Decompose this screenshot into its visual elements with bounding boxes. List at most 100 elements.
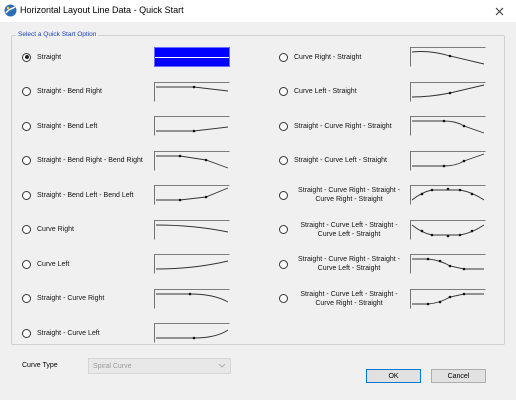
preview-vertex-dot	[430, 188, 434, 192]
option-radio[interactable]	[279, 190, 288, 200]
preview-graphic	[154, 81, 230, 101]
preview-graphic	[410, 81, 486, 101]
quick-start-option[interactable]: Straight - Curve Left - Straight - Curve …	[279, 285, 404, 313]
option-label-line: Curve Right - Straight	[315, 299, 383, 307]
preview-vertex-dot	[462, 159, 466, 162]
option-preview[interactable]	[410, 81, 486, 102]
preview-vertex-dot	[448, 295, 452, 298]
preview-frame	[154, 81, 230, 101]
preview-alignment-line	[155, 260, 229, 270]
quick-start-option[interactable]: Curve Right	[22, 216, 74, 244]
option-label-line: Straight - Bend Right - Bend Right	[37, 157, 143, 164]
quick-start-option[interactable]: Straight - Curve Left - Straight - Curve …	[279, 216, 404, 244]
option-preview[interactable]	[154, 323, 230, 343]
cancel-button[interactable]: Cancel	[431, 369, 486, 383]
option-radio[interactable]	[22, 52, 31, 62]
option-radio[interactable]	[22, 259, 31, 269]
preview-alignment-line	[156, 126, 229, 132]
quick-start-option[interactable]: Straight - Curve Left - Straight	[279, 147, 387, 175]
option-label-line: Straight - Bend Right	[37, 88, 102, 95]
preview-vertex-dot	[462, 292, 466, 295]
option-label: Straight	[37, 53, 61, 62]
preview-alignment-line	[156, 86, 229, 91]
quick-start-option[interactable]: Straight - Bend Right - Bend Right	[22, 147, 143, 175]
option-label-line: Straight	[37, 53, 62, 61]
option-preview-selected[interactable]	[154, 47, 230, 67]
close-button[interactable]	[482, 0, 516, 22]
preview-vertex-dot	[438, 300, 442, 303]
preview-graphic	[410, 150, 486, 170]
preview-graphic	[410, 288, 486, 308]
option-label: Curve Right	[37, 225, 74, 234]
preview-graphic	[410, 116, 486, 136]
quick-start-option[interactable]: Straight - Curve Right - Straight	[279, 112, 392, 140]
quick-start-option[interactable]: Straight - Curve Right - Straight - Curve…	[279, 250, 404, 278]
option-preview[interactable]	[154, 254, 230, 274]
option-label-line: Straight - Curve Right	[37, 295, 105, 302]
preview-vertex-dot	[442, 164, 446, 167]
option-radio[interactable]	[279, 52, 288, 62]
option-radio[interactable]	[22, 190, 31, 200]
option-label-line: Straight - Curve Right - Straight -	[298, 256, 400, 263]
option-radio[interactable]	[279, 121, 288, 131]
option-radio[interactable]	[279, 294, 288, 303]
quick-start-option[interactable]: Curve Right - Straight	[279, 43, 361, 71]
chevron-down-icon	[218, 363, 226, 368]
preview-vertex-dot	[430, 233, 434, 236]
option-preview[interactable]	[154, 219, 230, 240]
option-label-line: Curve Right	[37, 226, 74, 233]
preview-frame	[154, 288, 230, 308]
preview-frame	[410, 150, 486, 170]
quick-start-option[interactable]: Straight - Curve Left	[22, 319, 100, 347]
preview-vertex-dot	[192, 85, 196, 88]
quick-start-option[interactable]: Straight - Curve Right	[22, 285, 104, 313]
preview-graphic	[154, 219, 230, 239]
option-radio[interactable]	[22, 294, 31, 303]
option-radio[interactable]	[279, 259, 288, 269]
quick-start-option[interactable]: Straight - Curve Right - Straight - Curve…	[279, 181, 404, 209]
quick-start-option[interactable]: Curve Left	[22, 250, 69, 278]
option-preview[interactable]	[154, 288, 230, 309]
option-preview[interactable]	[410, 219, 486, 240]
ok-button[interactable]: OK	[366, 369, 421, 383]
preview-vertex-dot	[448, 91, 452, 94]
preview-vertex-dot	[448, 264, 452, 268]
option-preview[interactable]	[154, 150, 230, 171]
quick-start-option[interactable]: Straight - Bend Right	[22, 78, 102, 106]
option-radio[interactable]	[22, 328, 31, 338]
preview-vertex-dot	[438, 259, 442, 263]
option-preview[interactable]	[410, 150, 486, 171]
option-preview[interactable]	[410, 116, 486, 136]
curve-type-label: Curve Type	[22, 362, 58, 369]
quick-start-option[interactable]: Straight - Bend Left - Bend Left	[22, 181, 134, 209]
option-radio[interactable]	[22, 121, 31, 131]
quick-start-option[interactable]: Straight	[22, 43, 61, 71]
quick-start-option[interactable]: Curve Left - Straight	[279, 78, 357, 106]
option-radio[interactable]	[279, 225, 288, 234]
preview-graphic	[154, 150, 230, 170]
option-preview[interactable]	[410, 185, 486, 205]
option-radio[interactable]	[22, 87, 31, 96]
option-preview[interactable]	[154, 116, 230, 136]
quick-start-option[interactable]: Straight - Bend Left	[22, 112, 97, 140]
preview-frame	[410, 254, 486, 274]
option-preview[interactable]	[154, 81, 230, 102]
preview-centerline	[155, 57, 229, 58]
option-radio[interactable]	[279, 156, 288, 165]
preview-frame	[154, 254, 230, 274]
group-legend: Select a Quick Start Option	[16, 31, 99, 38]
option-radio[interactable]	[22, 225, 31, 234]
preview-frame	[410, 288, 486, 308]
preview-graphic	[154, 116, 230, 136]
preview-vertex-dot	[458, 188, 462, 192]
curve-type-select[interactable]: Spiral Curve	[88, 358, 231, 374]
option-preview[interactable]	[410, 254, 486, 274]
option-radio[interactable]	[22, 156, 31, 165]
option-label-line: Straight - Curve Left - Straight -	[300, 290, 398, 298]
option-preview[interactable]	[410, 288, 486, 309]
preview-graphic	[410, 219, 486, 239]
option-label: Curve Right - Straight	[294, 53, 361, 62]
option-preview[interactable]	[154, 185, 230, 205]
option-radio[interactable]	[279, 87, 288, 96]
option-preview[interactable]	[410, 47, 486, 67]
